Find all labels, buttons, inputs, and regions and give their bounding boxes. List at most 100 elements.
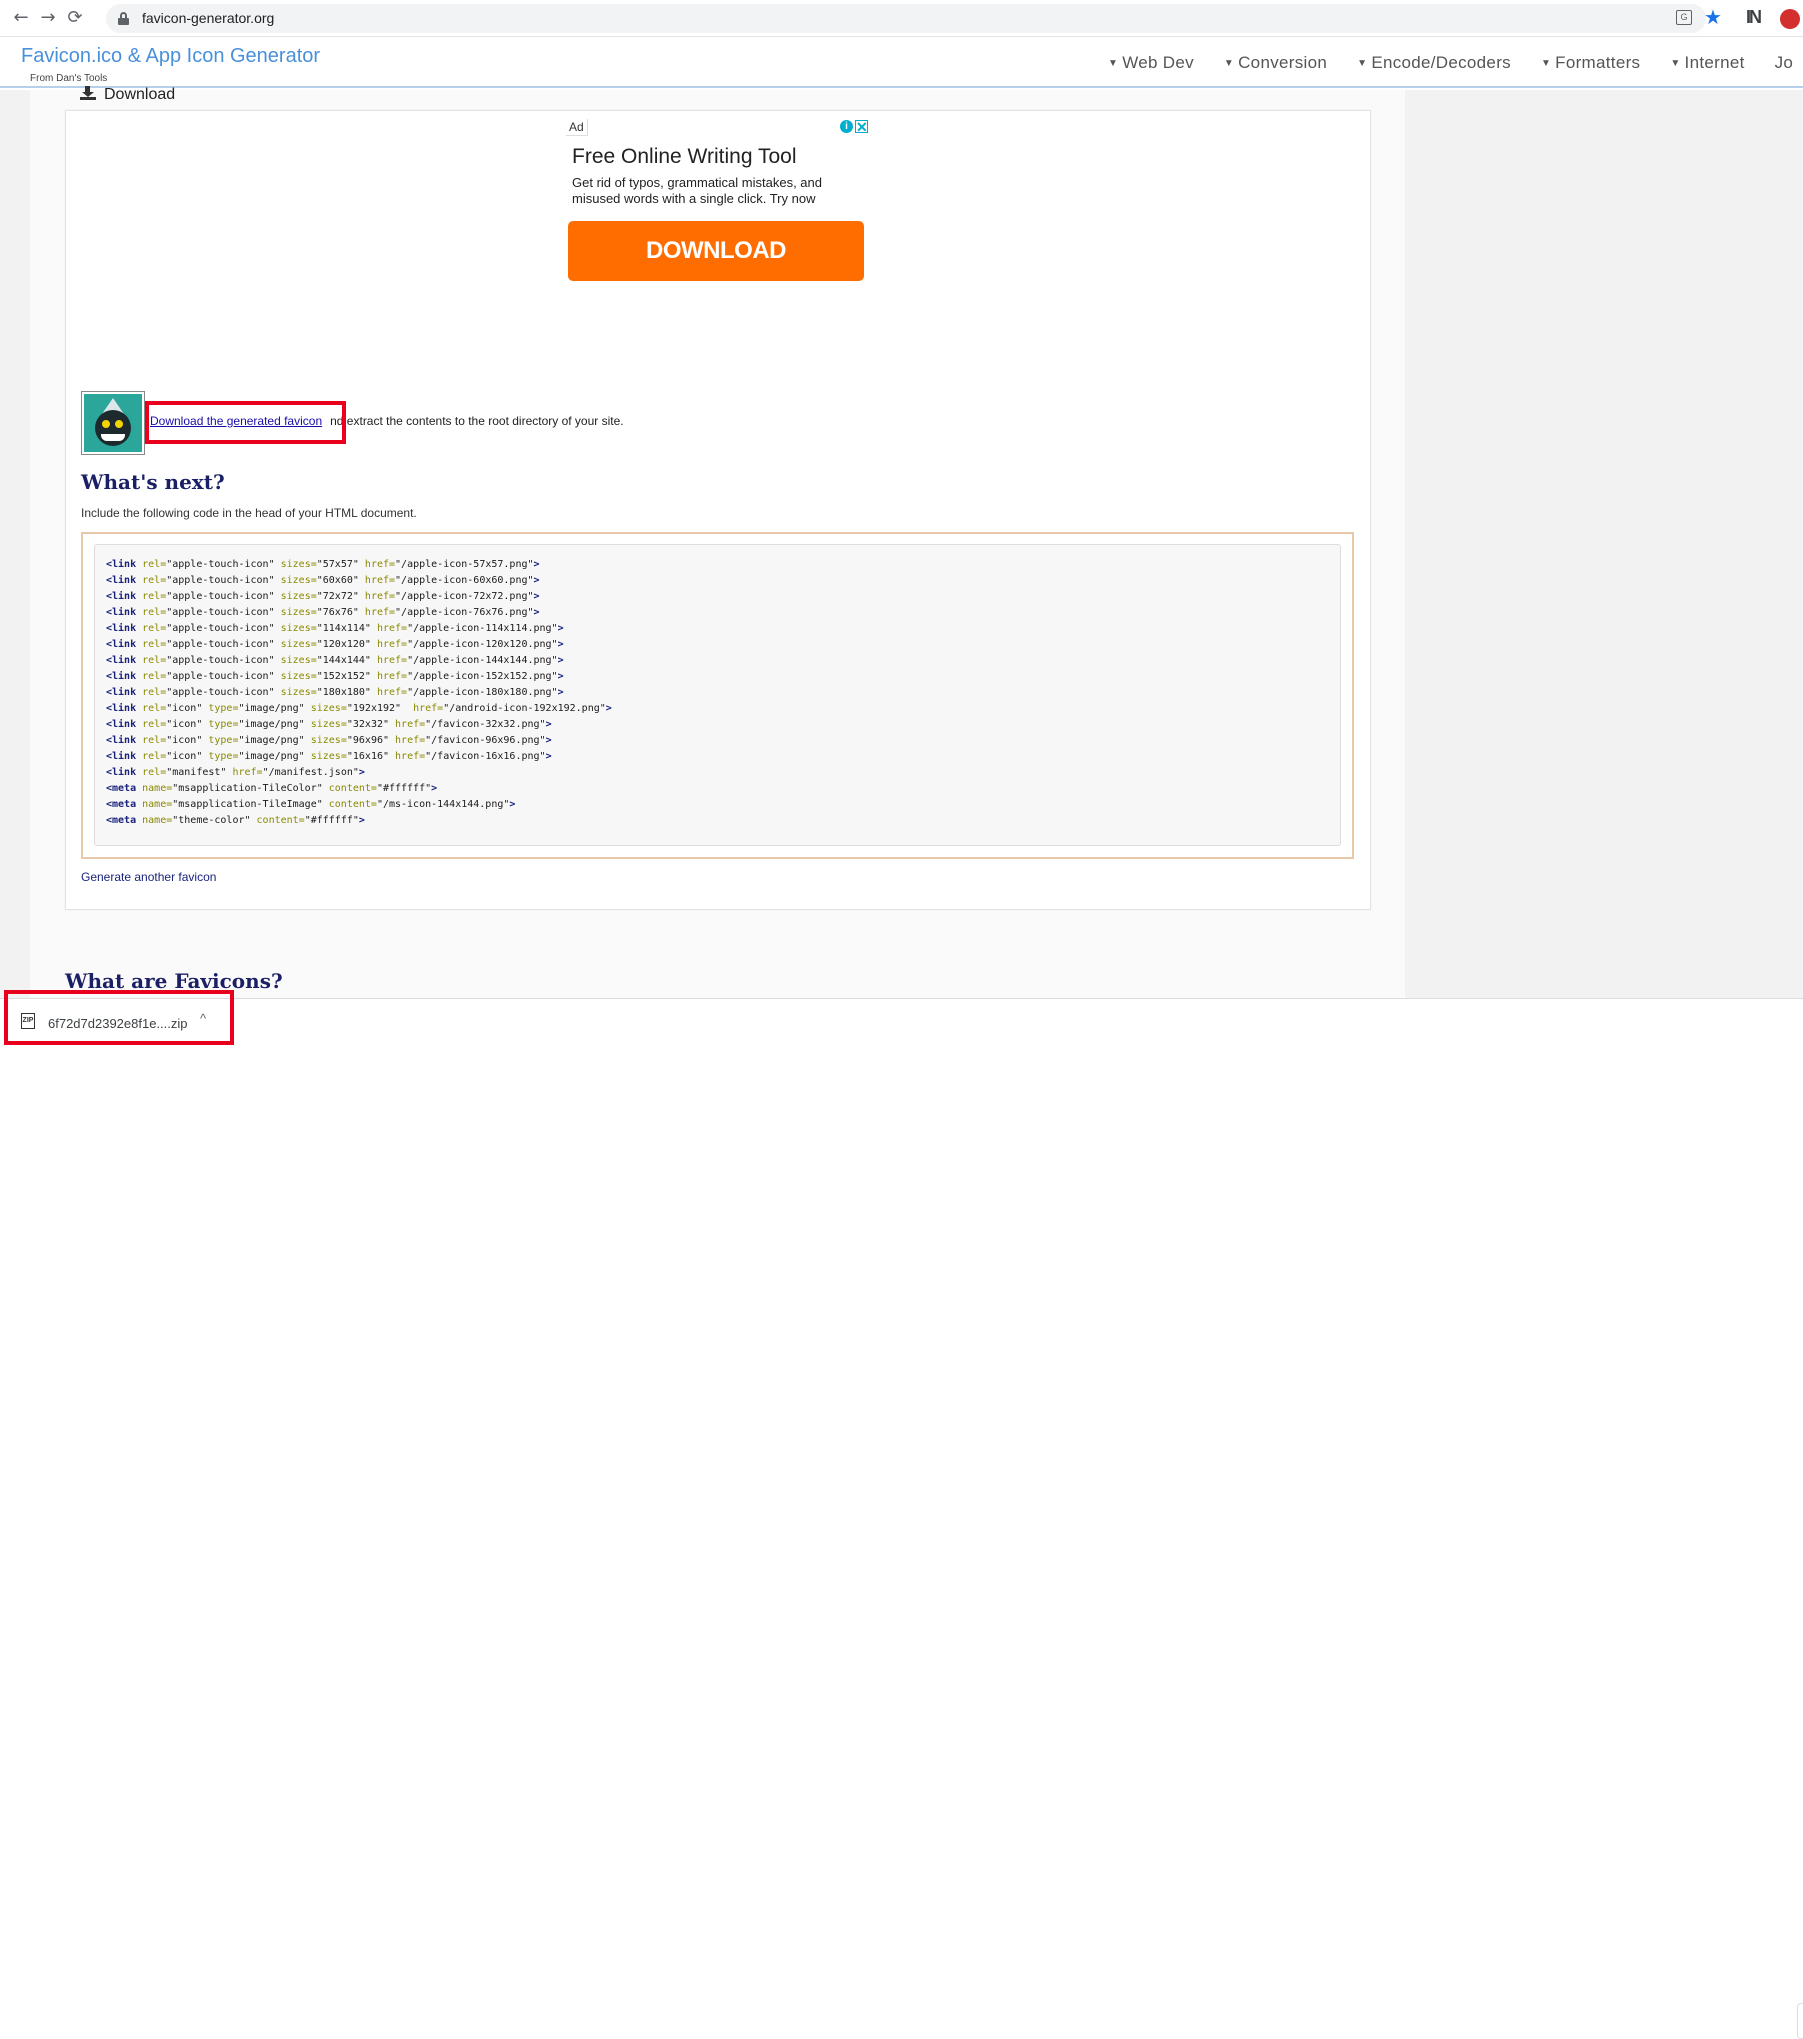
code-token: "60x60"	[316, 575, 359, 586]
code-line: <link rel="icon" type="image/png" sizes=…	[106, 749, 612, 765]
code-token: type=	[202, 719, 239, 730]
code-line: <link rel="apple-touch-icon" sizes="60x6…	[106, 573, 612, 589]
code-token: <link	[106, 559, 137, 570]
code-token: type=	[202, 703, 239, 714]
code-token: sizes=	[304, 735, 347, 746]
caret-down-icon: ▼	[1540, 58, 1552, 69]
code-token: sizes=	[274, 623, 317, 634]
code-token: "#ffffff"	[304, 815, 359, 826]
ad-body[interactable]: Get rid of typos, grammatical mistakes, …	[572, 175, 847, 207]
code-token: href=	[389, 719, 426, 730]
nav-item-label: Internet	[1684, 53, 1745, 72]
highlight-box-downloaded-file	[4, 990, 234, 1045]
code-token: sizes=	[274, 607, 317, 618]
info-icon[interactable]: i	[840, 120, 853, 133]
translate-icon[interactable]: G	[1676, 10, 1692, 25]
code-token: "96x96"	[346, 735, 390, 746]
code-token: "image/png"	[238, 735, 305, 746]
code-token: >	[545, 719, 552, 730]
code-token: sizes=	[274, 655, 317, 666]
nav-item-jo[interactable]: ▼Jo	[1775, 53, 1794, 73]
code-token: sizes=	[274, 687, 317, 698]
browser-toolbar: ← → ⟳ favicon-generator.org G ★ IN	[0, 0, 1803, 37]
code-token: name=	[136, 815, 173, 826]
code-token: href=	[370, 655, 408, 666]
code-token: >	[431, 783, 438, 794]
code-token: >	[605, 703, 612, 714]
code-token: "apple-touch-icon"	[166, 687, 275, 698]
code-token: "/apple-icon-152x152.png"	[407, 671, 558, 682]
site-header: Favicon.ico & App Icon Generator From Da…	[0, 37, 1803, 88]
code-token: "icon"	[166, 703, 203, 714]
code-token: sizes=	[274, 591, 317, 602]
download-tab-label: Download	[104, 86, 176, 103]
download-shelf: ZIP 6f72d7d2392e8f1e....zip ^	[0, 998, 1803, 2039]
nav-item-encode-decoders[interactable]: ▼ Encode/Decoders	[1357, 53, 1511, 73]
ad-headline[interactable]: Free Online Writing Tool	[572, 145, 797, 169]
nav-item-label: Jo	[1774, 53, 1794, 72]
code-token: <link	[106, 607, 137, 618]
include-instructions: Include the following code in the head o…	[81, 506, 417, 520]
code-token: "72x72"	[316, 591, 359, 602]
code-token: rel=	[136, 623, 167, 634]
forward-icon[interactable]: →	[36, 6, 60, 30]
code-token: "apple-touch-icon"	[166, 639, 275, 650]
site-subtitle: From Dan's Tools	[30, 73, 108, 84]
code-token: <link	[106, 735, 137, 746]
code-line: <link rel="apple-touch-icon" sizes="72x7…	[106, 589, 612, 605]
code-line: <meta name="theme-color" content="#fffff…	[106, 813, 612, 829]
code-token: rel=	[136, 671, 167, 682]
reload-icon[interactable]: ⟳	[63, 6, 87, 30]
ad-download-button[interactable]: DOWNLOAD	[568, 221, 864, 281]
code-token: "/favicon-16x16.png"	[425, 751, 546, 762]
nav-item-conversion[interactable]: ▼ Conversion	[1224, 53, 1327, 73]
url-text[interactable]: favicon-generator.org	[142, 10, 274, 26]
code-token: >	[557, 671, 564, 682]
back-icon[interactable]: ←	[9, 6, 33, 30]
nav-item-web-dev[interactable]: ▼ Web Dev	[1108, 53, 1194, 73]
nav-item-label: Web Dev	[1122, 53, 1194, 72]
nav-item-formatters[interactable]: ▼ Formatters	[1541, 53, 1640, 73]
code-token: sizes=	[304, 719, 347, 730]
code-token: "/apple-icon-180x180.png"	[407, 687, 558, 698]
code-token: type=	[202, 751, 239, 762]
code-token: "/apple-icon-76x76.png"	[395, 607, 534, 618]
shelf-show-all[interactable]	[1797, 2003, 1803, 2039]
code-line: <link rel="apple-touch-icon" sizes="114x…	[106, 621, 612, 637]
generate-another-link[interactable]: Generate another favicon	[81, 870, 216, 884]
code-line: <link rel="apple-touch-icon" sizes="180x…	[106, 685, 612, 701]
advertisement[interactable]: Ad i ✕ Free Online Writing Tool Get rid …	[563, 119, 869, 367]
code-token: href=	[370, 687, 408, 698]
code-token: href=	[389, 735, 426, 746]
profile-icon[interactable]	[1780, 9, 1800, 29]
code-token: sizes=	[304, 703, 347, 714]
star-icon[interactable]: ★	[1704, 5, 1722, 30]
site-title[interactable]: Favicon.ico & App Icon Generator	[21, 45, 320, 68]
code-token: "/apple-icon-144x144.png"	[407, 655, 558, 666]
code-token: "#ffffff"	[376, 783, 432, 794]
code-token: "/favicon-96x96.png"	[425, 735, 546, 746]
code-token: href=	[358, 591, 396, 602]
download-tab[interactable]: Download	[80, 86, 175, 104]
code-area[interactable]: <link rel="apple-touch-icon" sizes="57x5…	[94, 544, 1341, 846]
code-line: <link rel="apple-touch-icon" sizes="76x7…	[106, 605, 612, 621]
code-token: sizes=	[274, 671, 317, 682]
code-token: <link	[106, 719, 137, 730]
code-token: sizes=	[274, 639, 317, 650]
nav-item-internet[interactable]: ▼ Internet	[1670, 53, 1744, 73]
code-token: "msapplication-TileImage"	[172, 799, 323, 810]
code-token: href=	[401, 703, 444, 714]
code-token: <link	[106, 751, 137, 762]
code-token: >	[545, 751, 552, 762]
extension-icon[interactable]: IN	[1746, 7, 1762, 28]
code-token: sizes=	[274, 575, 317, 586]
right-sidebar	[1405, 90, 1803, 998]
code-token: rel=	[136, 735, 167, 746]
code-token: name=	[136, 799, 173, 810]
code-token: sizes=	[274, 559, 317, 570]
code-lines: <link rel="apple-touch-icon" sizes="57x5…	[106, 557, 612, 829]
code-token: >	[358, 767, 365, 778]
close-icon[interactable]: ✕	[855, 120, 868, 134]
lock-icon[interactable]	[118, 12, 129, 25]
address-bar[interactable]: favicon-generator.org	[106, 4, 1706, 33]
